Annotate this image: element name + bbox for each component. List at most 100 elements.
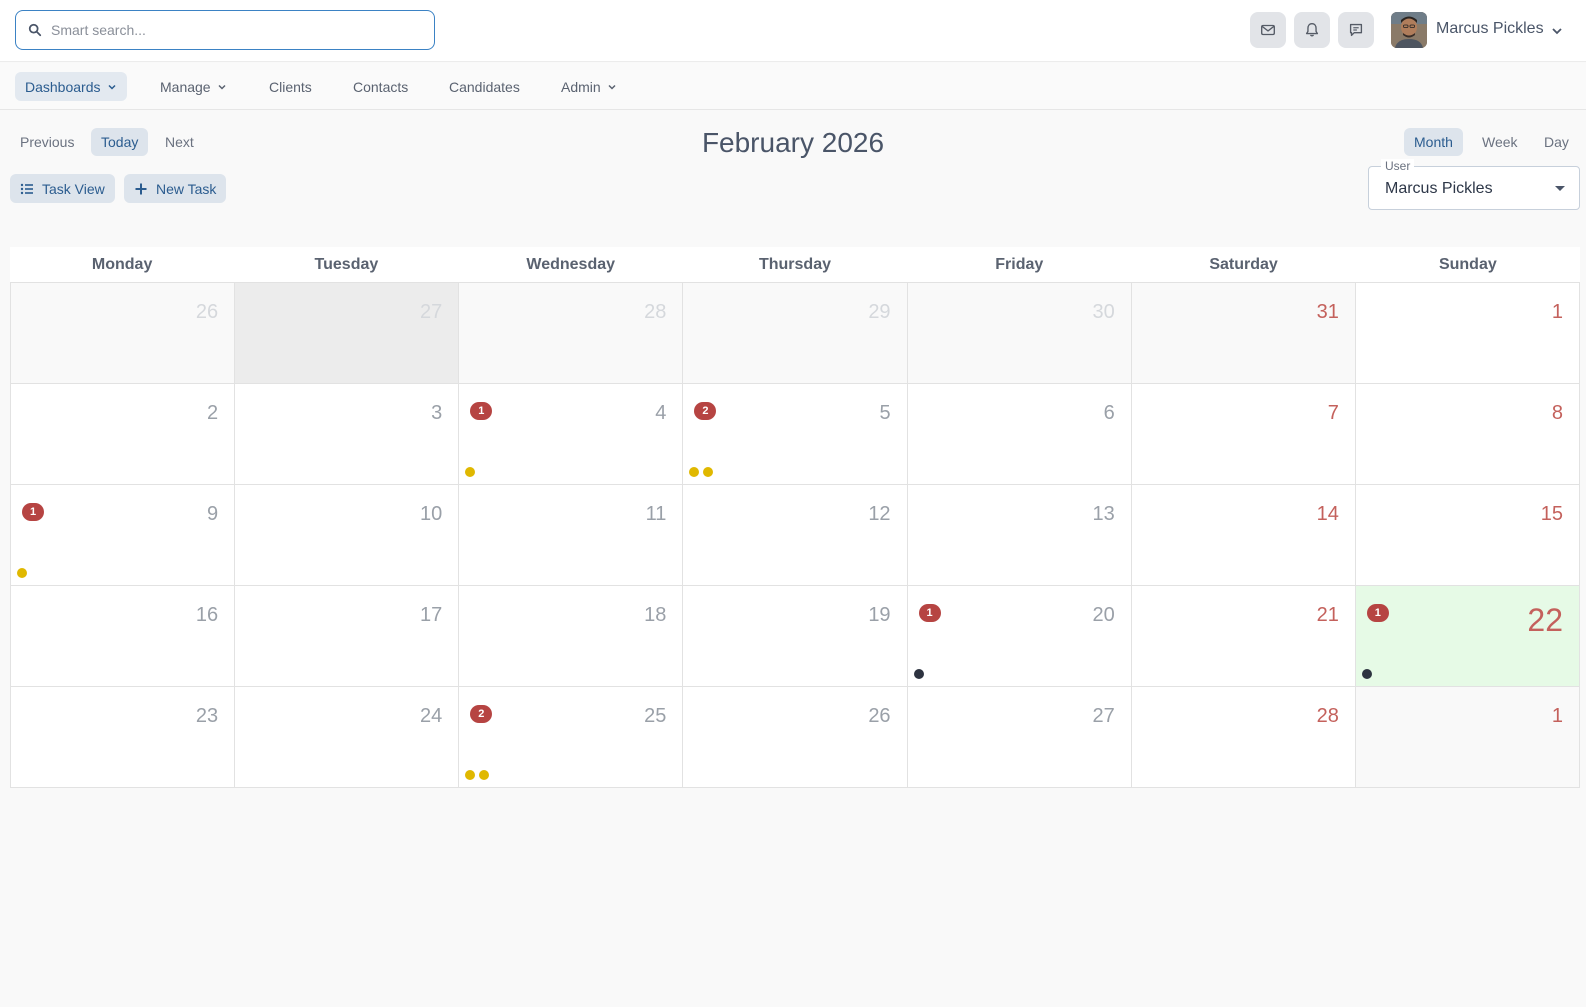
calendar-day-cell[interactable]: 24 <box>235 687 460 788</box>
nav-dashboards[interactable]: Dashboards <box>15 72 127 101</box>
calendar-day-cell[interactable]: 3 <box>235 384 460 485</box>
calendar-day-cell[interactable]: 29 <box>683 283 908 384</box>
nav-candidates[interactable]: Candidates <box>439 72 530 101</box>
nav-contacts[interactable]: Contacts <box>343 72 418 101</box>
task-count-badge[interactable]: 1 <box>470 402 493 420</box>
calendar-day-cell[interactable]: 31 <box>1131 283 1356 384</box>
event-dot[interactable] <box>17 568 27 578</box>
day-number: 1 <box>1551 301 1563 323</box>
calendar-day-cell[interactable]: 41 <box>459 384 684 485</box>
search-input[interactable] <box>51 22 411 38</box>
month-view-button[interactable]: Month <box>1404 128 1463 156</box>
calendar-day-cell[interactable]: 1 <box>1355 687 1580 788</box>
calendar-day-cell[interactable]: 11 <box>459 485 684 586</box>
user-select-value: Marcus Pickles <box>1385 180 1493 197</box>
calendar-day-cell[interactable]: 20 1 <box>907 586 1132 687</box>
day-number: 17 <box>420 604 443 626</box>
event-dot[interactable] <box>465 467 476 477</box>
chevron-down-icon <box>218 84 226 90</box>
user-avatar-icon <box>1391 12 1427 48</box>
task-count-badge[interactable]: 2 <box>470 705 493 723</box>
event-dots <box>465 467 476 477</box>
task-count-badge[interactable]: 1 <box>918 604 941 622</box>
event-dot[interactable] <box>703 467 714 477</box>
chat-icon <box>1349 23 1363 37</box>
day-number: 15 <box>1540 503 1563 525</box>
calendar-day-cell[interactable]: 27 <box>235 283 460 384</box>
calendar-day-cell[interactable]: 27 <box>907 687 1132 788</box>
avatar[interactable] <box>1391 12 1427 48</box>
mail-button[interactable] <box>1250 12 1286 48</box>
list-icon <box>20 183 33 194</box>
task-count-badge[interactable]: 1 <box>1366 604 1389 622</box>
calendar-day-cell[interactable]: 10 <box>235 485 460 586</box>
notifications-button[interactable] <box>1294 12 1330 48</box>
user-name[interactable]: Marcus Pickles <box>1436 20 1544 38</box>
weekday-label: Tuesday <box>314 256 379 273</box>
nav-manage[interactable]: Manage <box>150 72 237 101</box>
calendar-day-cell[interactable]: 28 <box>1131 687 1356 788</box>
calendar-day-cell[interactable]: 52 <box>683 384 908 485</box>
plus-icon <box>135 183 147 194</box>
day-number: 26 <box>868 705 891 727</box>
calendar-day-cell[interactable]: 22 1 <box>1355 586 1580 687</box>
calendar-day-cell[interactable]: 2 <box>11 384 236 485</box>
bell-icon <box>1305 23 1319 37</box>
calendar-day-cell[interactable]: 23 <box>11 687 236 788</box>
calendar-day-cell[interactable]: 30 <box>907 283 1132 384</box>
day-number: 28 <box>644 301 667 323</box>
chevron-down-icon[interactable] <box>1551 25 1563 37</box>
event-dot[interactable] <box>465 770 476 780</box>
day-number: 29 <box>868 301 891 323</box>
calendar-day-cell[interactable]: 7 <box>1131 384 1356 485</box>
task-view-button[interactable]: Task View <box>10 174 115 203</box>
top-bar: Marcus Pickles <box>0 0 1586 62</box>
weekday-label: Friday <box>995 256 1044 273</box>
calendar-day-cell[interactable]: 12 <box>683 485 908 586</box>
calendar-day-cell[interactable]: 25 2 <box>459 687 684 788</box>
day-number: 27 <box>1092 705 1115 727</box>
event-dot[interactable] <box>479 770 490 780</box>
event-dots <box>1361 669 1372 679</box>
calendar-day-cell[interactable]: 26 <box>683 687 908 788</box>
main-nav: Dashboards Manage Clients Contacts Candi… <box>0 63 1586 110</box>
calendar-day-cell[interactable]: 18 <box>459 586 684 687</box>
messages-button[interactable] <box>1338 12 1374 48</box>
nav-label: Candidates <box>449 78 520 95</box>
event-dot[interactable] <box>689 467 700 477</box>
day-number: 13 <box>1092 503 1115 525</box>
calendar-day-cell[interactable]: 28 <box>459 283 684 384</box>
calendar-day-cell[interactable]: 17 <box>235 586 460 687</box>
calendar-day-cell[interactable]: 19 <box>683 586 908 687</box>
day-number: 20 <box>1092 604 1115 626</box>
day-number: 22 <box>1527 602 1563 638</box>
task-count-badge[interactable]: 1 <box>22 503 44 521</box>
calendar-day-cell[interactable]: 1 <box>1355 283 1580 384</box>
calendar-day-cell[interactable]: 26 <box>11 283 236 384</box>
calendar-day-cell[interactable]: 6 <box>907 384 1132 485</box>
weekday-label: Monday <box>91 256 153 273</box>
new-task-button[interactable]: New Task <box>124 174 227 203</box>
day-number: 8 <box>1551 402 1563 424</box>
calendar-day-cell[interactable]: 15 <box>1355 485 1580 586</box>
calendar-day-cell[interactable]: 16 <box>11 586 236 687</box>
calendar-grid: 26 27 28 29 30 31 1 2 3 4 1 5 2 6 7 8 9 1 10 11 12 13 14 15 16 17… <box>10 283 1580 788</box>
event-dot[interactable] <box>1361 669 1372 679</box>
nav-admin[interactable]: Admin <box>551 72 627 101</box>
calendar-day-cell[interactable]: 21 <box>1131 586 1356 687</box>
week-view-button[interactable]: Week <box>1472 128 1528 156</box>
smart-search[interactable] <box>15 10 435 50</box>
user-select[interactable]: User Marcus Pickles <box>1368 159 1580 210</box>
calendar-day-cell[interactable]: 91 <box>11 485 236 586</box>
event-dot[interactable] <box>913 669 924 679</box>
nav-label: Admin <box>561 78 601 95</box>
nav-label: Manage <box>160 78 211 95</box>
task-count-badge[interactable]: 2 <box>694 402 717 420</box>
day-number: 28 <box>1316 705 1339 727</box>
nav-clients[interactable]: Clients <box>259 72 322 101</box>
calendar-day-cell[interactable]: 13 <box>907 485 1132 586</box>
calendar-day-cell[interactable]: 14 <box>1131 485 1356 586</box>
day-number: 4 <box>655 402 667 424</box>
day-view-button[interactable]: Day <box>1534 128 1579 156</box>
calendar-day-cell[interactable]: 8 <box>1355 384 1580 485</box>
